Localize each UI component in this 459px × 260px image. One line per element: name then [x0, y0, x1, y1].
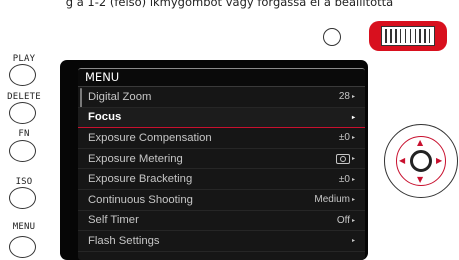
menu-item-continuous-shooting[interactable]: Continuous Shooting Medium ▸: [78, 190, 365, 211]
menu-item-value: ±0: [338, 132, 350, 144]
arrow-right-icon: ▸: [351, 176, 355, 183]
directional-pad[interactable]: ▲ ▼ ◀ ▶: [384, 124, 458, 198]
menu-panel: MENU Digital Zoom 28 ▸ Focus ▸ Exposure …: [78, 68, 365, 260]
menu-item-value: ±0: [338, 173, 350, 185]
menu-item-label: Self Timer: [88, 214, 139, 227]
menu-title: MENU: [78, 69, 365, 87]
arrow-right-icon[interactable]: ▶: [436, 157, 442, 165]
fn-label: FN: [18, 129, 30, 139]
menu-item-self-timer[interactable]: Self Timer Off ▸: [78, 211, 365, 232]
play-label: PLAY: [12, 54, 36, 64]
menu-item-label: Exposure Metering: [88, 152, 183, 165]
menu-item-focus[interactable]: Focus ▸: [78, 107, 365, 129]
menu-item-flash-settings[interactable]: Flash Settings ▸: [78, 231, 365, 252]
arrow-left-icon[interactable]: ◀: [399, 157, 405, 165]
ok-button[interactable]: [410, 150, 432, 172]
menu-item-label: Continuous Shooting: [88, 193, 193, 206]
arrow-right-icon: ▸: [351, 94, 355, 101]
arrow-down-icon[interactable]: ▼: [417, 176, 423, 184]
arrow-right-icon: ▸: [351, 217, 355, 224]
menu-item-value: Medium: [314, 194, 350, 206]
menu-item-label: Focus: [88, 111, 122, 124]
menu-item-exposure-metering[interactable]: Exposure Metering ▸: [78, 149, 365, 170]
delete-button[interactable]: [9, 102, 36, 124]
arrow-right-icon: ▸: [351, 135, 355, 142]
menu-item-exposure-bracketing[interactable]: Exposure Bracketing ±0 ▸: [78, 169, 365, 190]
shutter-button[interactable]: [323, 28, 341, 46]
menu-item-label: Exposure Compensation: [88, 131, 212, 144]
menu-item-value: Off: [336, 214, 350, 226]
arrow-right-icon: ▸: [351, 114, 355, 121]
menu-item-exposure-compensation[interactable]: Exposure Compensation ±0 ▸: [78, 128, 365, 149]
iso-button[interactable]: [9, 187, 36, 209]
menu-button[interactable]: [9, 236, 36, 258]
metering-icon: [335, 153, 350, 164]
thumbwheel-grip: [381, 26, 435, 46]
arrow-right-icon: ▸: [351, 238, 355, 245]
arrow-right-icon: ▸: [351, 156, 355, 163]
menu-item-value: 28: [338, 91, 350, 103]
arrow-up-icon[interactable]: ▲: [417, 139, 423, 147]
play-button[interactable]: [9, 64, 36, 86]
arrow-right-icon: ▸: [351, 197, 355, 204]
fn-button[interactable]: [9, 140, 36, 162]
menu-label: MENU: [12, 222, 36, 232]
delete-label: DELETE: [7, 92, 41, 102]
menu-item-label: Flash Settings: [88, 234, 160, 247]
menu-item-label: Exposure Bracketing: [88, 173, 193, 186]
instruction-caption: g a 1-2 (felső) ikmygombot vagy forgassa…: [65, 0, 394, 9]
iso-label: ISO: [15, 177, 33, 187]
thumbwheel[interactable]: [369, 21, 447, 51]
menu-item-label: Digital Zoom: [88, 90, 152, 103]
menu-item-digital-zoom[interactable]: Digital Zoom 28 ▸: [78, 87, 365, 108]
